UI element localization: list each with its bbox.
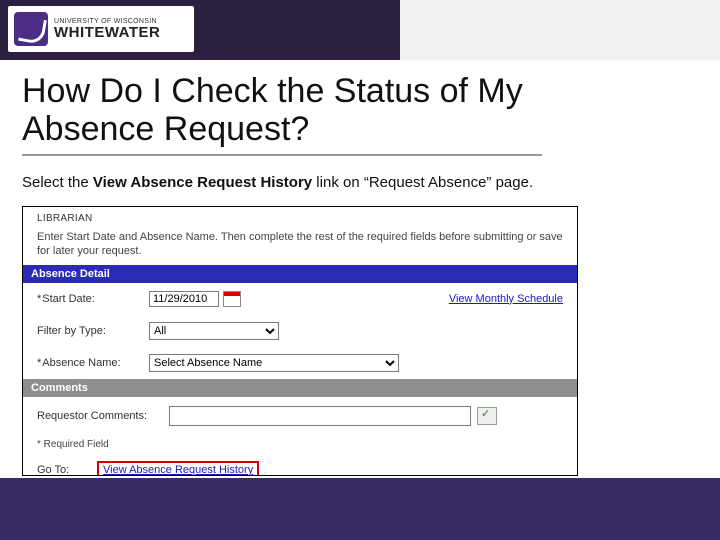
- label-go-to: Go To:: [37, 464, 97, 476]
- row-requestor-comments: Requestor Comments:: [23, 397, 577, 435]
- comments-header: Comments: [23, 379, 577, 397]
- row-filter-by-type: Filter by Type: All: [23, 315, 577, 347]
- instruction-post: link on “Request Absence” page.: [312, 174, 533, 191]
- intro-text: Enter Start Date and Absence Name. Then …: [23, 228, 577, 265]
- logo: UNIVERSITY OF WISCONSIN WHITEWATER: [8, 6, 194, 52]
- spellcheck-icon[interactable]: [477, 407, 497, 425]
- absence-detail-header: Absence Detail: [23, 265, 577, 283]
- footer-bar: [0, 478, 720, 540]
- row-go-to: Go To: View Absence Request History: [23, 454, 577, 476]
- view-monthly-schedule-link[interactable]: View Monthly Schedule: [449, 293, 563, 305]
- logo-line2: WHITEWATER: [54, 25, 160, 40]
- screenshot-panel: LIBRARIAN Enter Start Date and Absence N…: [22, 206, 578, 476]
- logo-text: UNIVERSITY OF WISCONSIN WHITEWATER: [54, 18, 160, 40]
- role-label: LIBRARIAN: [23, 207, 577, 228]
- label-absence-name: Absence Name:: [37, 357, 149, 369]
- required-field-note: * Required Field: [23, 435, 577, 454]
- title-underline: [22, 154, 542, 156]
- label-requestor-comments: Requestor Comments:: [37, 410, 169, 422]
- filter-by-type-select[interactable]: All: [149, 322, 279, 340]
- instruction-text: Select the View Absence Request History …: [22, 174, 533, 191]
- instruction-bold: View Absence Request History: [93, 174, 312, 191]
- start-date-input[interactable]: [149, 291, 219, 307]
- slide: UNIVERSITY OF WISCONSIN WHITEWATER How D…: [0, 0, 720, 540]
- logo-mark-icon: [14, 12, 48, 46]
- label-filter-by-type: Filter by Type:: [37, 325, 149, 337]
- instruction-pre: Select the: [22, 174, 93, 191]
- calendar-icon[interactable]: [223, 291, 241, 307]
- page-title: How Do I Check the Status of My Absence …: [22, 72, 662, 148]
- row-start-date: Start Date: View Monthly Schedule: [23, 283, 577, 315]
- view-history-link[interactable]: View Absence Request History: [103, 464, 253, 476]
- highlight-box: View Absence Request History: [97, 461, 259, 476]
- absence-name-select[interactable]: Select Absence Name: [149, 354, 399, 372]
- row-absence-name: Absence Name: Select Absence Name: [23, 347, 577, 379]
- requestor-comments-input[interactable]: [169, 406, 471, 426]
- label-start-date: Start Date:: [37, 293, 149, 305]
